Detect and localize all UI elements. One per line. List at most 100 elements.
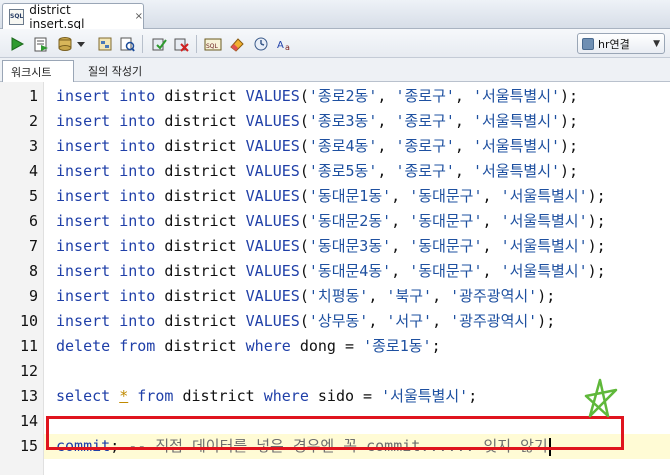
code-line[interactable]: 4 insert into district VALUES('종로5동', '종로…: [0, 159, 670, 184]
line-number: 5: [28, 187, 38, 205]
sql-token: ,: [482, 187, 501, 205]
code-line[interactable]: 2 insert into district VALUES('종로3동', '종로…: [0, 109, 670, 134]
sql-string: '종로구': [395, 112, 455, 130]
sql-string: '종로구': [395, 87, 455, 105]
sql-keyword: into: [119, 212, 156, 230]
explain-plan-icon[interactable]: [96, 35, 114, 53]
sql-keyword: into: [119, 287, 156, 305]
commit-transaction-icon[interactable]: [150, 35, 168, 53]
sql-string: '동대문구': [409, 262, 483, 280]
sql-token: ,: [454, 87, 473, 105]
sql-keyword: VALUES: [245, 112, 300, 130]
connection-select[interactable]: hr연결 ▼: [577, 33, 665, 54]
line-number: 10: [19, 312, 38, 330]
sql-token: ,: [482, 262, 501, 280]
sql-token: ,: [432, 312, 451, 330]
sql-token: ,: [482, 237, 501, 255]
code-text: insert into district VALUES('동대문3동', '동대…: [56, 234, 606, 259]
worksheet-toolbar: SQL Aa hr연결 ▼: [0, 29, 670, 58]
svg-text:a: a: [285, 43, 290, 52]
sql-token: district: [164, 312, 237, 330]
toolbar-separator: [196, 35, 197, 53]
code-line[interactable]: 12: [0, 359, 670, 384]
sql-keyword: insert: [56, 162, 111, 180]
format-icon[interactable]: Aa: [276, 35, 294, 53]
sql-token: );: [560, 87, 579, 105]
code-line[interactable]: 6 insert into district VALUES('동대문2동', '동…: [0, 209, 670, 234]
sql-keyword: into: [119, 112, 156, 130]
sql-token: ;: [431, 337, 441, 355]
code-text: insert into district VALUES('치평동', '북구',…: [56, 284, 555, 309]
code-line[interactable]: 9 insert into district VALUES('치평동', '북구'…: [0, 284, 670, 309]
commit-icon[interactable]: [56, 35, 74, 53]
sql-string: '종로구': [395, 137, 455, 155]
sql-keyword: insert: [56, 137, 111, 155]
sql-keyword: insert: [56, 312, 111, 330]
code-line[interactable]: 3 insert into district VALUES('종로4동', '종로…: [0, 134, 670, 159]
line-number: 8: [28, 262, 38, 280]
tab-query-builder[interactable]: 질의 작성기: [80, 60, 150, 82]
line-number: 1: [28, 87, 38, 105]
code-line[interactable]: 8 insert into district VALUES('동대문4동', '동…: [0, 259, 670, 284]
sql-editor[interactable]: 1 insert into district VALUES('종로2동', '종로…: [0, 82, 670, 475]
code-line[interactable]: 5 insert into district VALUES('동대문1동', '동…: [0, 184, 670, 209]
code-text: insert into district VALUES('종로5동', '종로구…: [56, 159, 578, 184]
sql-string: '서구': [386, 312, 433, 330]
code-line[interactable]: 13 select * from district where sido = '서…: [0, 384, 670, 409]
eraser-icon[interactable]: [228, 35, 246, 53]
sql-token: ,: [368, 287, 387, 305]
run-icon[interactable]: [8, 35, 26, 53]
sql-token: );: [560, 137, 579, 155]
sql-token: );: [587, 262, 606, 280]
line-number: 12: [19, 362, 38, 380]
code-text: insert into district VALUES('종로2동', '종로구…: [56, 84, 578, 109]
sql-keyword: insert: [56, 187, 111, 205]
dropdown-arrow-icon[interactable]: [76, 35, 86, 53]
sql-keyword: into: [119, 87, 156, 105]
rollback-icon[interactable]: [172, 35, 190, 53]
autotrace-icon[interactable]: [118, 35, 136, 53]
history-icon[interactable]: [252, 35, 270, 53]
sql-keyword: insert: [56, 87, 111, 105]
line-number: 13: [19, 387, 38, 405]
sql-keyword: into: [119, 162, 156, 180]
sql-token: (: [299, 112, 309, 130]
sql-token: );: [560, 112, 579, 130]
close-icon[interactable]: ×: [135, 11, 143, 22]
sql-keyword: VALUES: [245, 262, 300, 280]
sql-token: district: [164, 87, 237, 105]
sql-string: '종로1동': [363, 337, 432, 355]
run-script-icon[interactable]: [32, 35, 50, 53]
sql-token: *: [119, 387, 129, 405]
sql-token: sido: [317, 387, 355, 405]
code-line[interactable]: 11 delete from district where dong = '종로1…: [0, 334, 670, 359]
editor-tab-strip: SQL district insert.sql ×: [0, 0, 670, 31]
sql-token: =: [354, 387, 382, 405]
code-line[interactable]: 7 insert into district VALUES('동대문3동', '동…: [0, 234, 670, 259]
sql-tuning-icon[interactable]: SQL: [204, 35, 222, 53]
line-number: 9: [28, 287, 38, 305]
code-text: insert into district VALUES('상무동', '서구',…: [56, 309, 555, 334]
tab-district-insert-sql[interactable]: SQL district insert.sql ×: [2, 3, 144, 31]
code-line[interactable]: 1 insert into district VALUES('종로2동', '종로…: [0, 84, 670, 109]
sql-token: ,: [482, 212, 501, 230]
tab-worksheet[interactable]: 워크시트: [2, 60, 74, 82]
sql-keyword: VALUES: [245, 312, 300, 330]
line-number: 7: [28, 237, 38, 255]
sql-token: district: [164, 262, 237, 280]
sql-string: '서울특별시': [500, 237, 588, 255]
sql-keyword: into: [119, 312, 156, 330]
code-line[interactable]: 10 insert into district VALUES('상무동', '서구…: [0, 309, 670, 334]
